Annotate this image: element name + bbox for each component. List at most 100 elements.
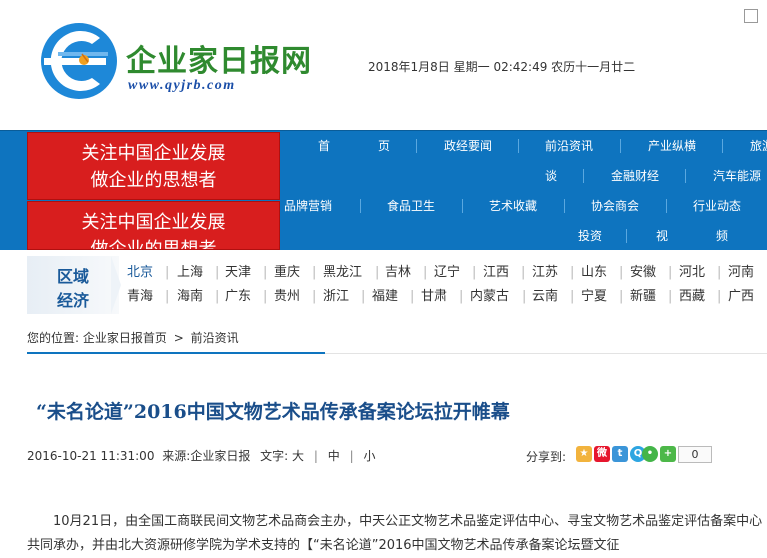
region-hainan[interactable]: 海南 (177, 285, 203, 309)
promo-banner-1[interactable]: 关注中国企业发展 做企业的思想者 (27, 132, 280, 200)
weibo-share-icon[interactable]: 微 (594, 446, 610, 462)
corner-checkbox[interactable] (744, 9, 758, 23)
region-divider: | (165, 265, 170, 280)
region-guangxi[interactable]: 广西 (728, 285, 754, 309)
region-gansu[interactable]: 甘肃 (421, 285, 447, 309)
region-divider: | (165, 289, 170, 304)
region-divider: | (423, 265, 428, 280)
size-divider: | (313, 449, 318, 463)
nav-item-frontier[interactable]: 前沿资讯 (545, 131, 593, 161)
breadcrumb-arrow: > (173, 331, 184, 345)
breadcrumb-prefix: 您的位置: (27, 331, 80, 345)
region-henan[interactable]: 河南 (728, 261, 754, 285)
region-anhui[interactable]: 安徽 (630, 261, 656, 285)
region-shanghai[interactable]: 上海 (177, 261, 203, 285)
nav-item-politics[interactable]: 政经要闻 (444, 131, 492, 161)
article-body: 10月21日，由全国工商联民间文物艺术品商会主办，中天公正文物艺术品鉴定评估中心… (27, 514, 763, 553)
nav-item-food[interactable]: 食品卫生 (387, 191, 435, 221)
text-size-small-button[interactable]: 小 (363, 449, 375, 463)
region-neimenggu[interactable]: 内蒙古 (470, 285, 509, 309)
nav-row-3: 品牌营销 食品卫生 艺术收藏 协会商会 行业动态 (282, 191, 767, 221)
region-divider: | (717, 265, 722, 280)
nav-divider (583, 169, 584, 183)
region-divider: | (215, 289, 220, 304)
region-label-bottom: 经济 (57, 291, 90, 310)
nav-item-finance[interactable]: 金融财经 (611, 161, 659, 191)
region-divider: | (312, 265, 317, 280)
region-row-1: 北京 | 上海 | 天津 | 重庆 | 黑龙江 | 吉林 | 辽宁 | 江西 |… (127, 261, 767, 285)
region-divider: | (570, 289, 575, 304)
region-zhejiang[interactable]: 浙江 (323, 285, 349, 309)
breadcrumb-current[interactable]: 前沿资讯 (191, 331, 239, 345)
region-divider: | (668, 265, 673, 280)
tencent-weibo-share-icon[interactable]: t (612, 446, 628, 462)
region-shandong[interactable]: 山东 (581, 261, 607, 285)
region-yunnan[interactable]: 云南 (532, 285, 558, 309)
region-beijing[interactable]: 北京 (127, 261, 153, 285)
region-jiangxi[interactable]: 江西 (483, 261, 509, 285)
text-size-large-button[interactable]: 大 (292, 449, 304, 463)
region-tianjin[interactable]: 天津 (225, 261, 251, 285)
region-xizang[interactable]: 西藏 (679, 285, 705, 309)
promo-banner-2[interactable]: 关注中国企业发展 做企业的思想者 (27, 201, 280, 250)
logo-title[interactable]: 企业家日报网 (126, 36, 312, 80)
more-share-icon[interactable]: + (660, 446, 676, 462)
logo-url[interactable]: www.qyjrb.com (128, 78, 236, 94)
nav-item-association[interactable]: 协会商会 (591, 191, 639, 221)
region-xinjiang[interactable]: 新疆 (630, 285, 656, 309)
region-guangdong[interactable]: 广东 (225, 285, 251, 309)
region-divider: | (361, 289, 366, 304)
region-divider: | (619, 265, 624, 280)
region-fujian[interactable]: 福建 (372, 285, 398, 309)
breadcrumb-home[interactable]: 企业家日报首页 (83, 331, 167, 345)
wechat-share-icon[interactable]: • (642, 446, 658, 462)
nav-divider (666, 199, 667, 213)
region-divider: | (263, 289, 268, 304)
nav-item-video-2[interactable]: 频 (716, 221, 728, 251)
nav-item-art[interactable]: 艺术收藏 (489, 191, 537, 221)
nav-divider (462, 199, 463, 213)
nav-item-home-1[interactable]: 首 (318, 131, 330, 161)
site-logo-icon[interactable] (38, 20, 120, 102)
region-divider: | (570, 265, 575, 280)
nav-item-trends[interactable]: 行业动态 (693, 191, 741, 221)
nav-row-4: 投资 视 频 (282, 221, 767, 251)
nav-item-brand[interactable]: 品牌营销 (284, 191, 332, 221)
region-divider: | (521, 265, 526, 280)
current-datetime: 2018年1月8日 星期一 02:42:49 农历十一月廿二 (368, 60, 636, 74)
region-divider: | (522, 289, 527, 304)
share-label: 分享到: (526, 450, 567, 464)
region-liaoning[interactable]: 辽宁 (434, 261, 460, 285)
region-qinghai[interactable]: 青海 (127, 285, 153, 309)
nav-divider (416, 139, 417, 153)
nav-row-1: 首 页 政经要闻 前沿资讯 产业纵横 旅游 (282, 131, 767, 161)
region-chongqing[interactable]: 重庆 (274, 261, 300, 285)
region-divider: | (472, 265, 477, 280)
breadcrumb-divider (325, 353, 767, 354)
nav-divider (626, 229, 627, 243)
nav-item-travel[interactable]: 旅游 (750, 131, 767, 161)
region-label: 区域 经济 (27, 256, 119, 314)
nav-item-auto-energy[interactable]: 汽车能源 (713, 161, 761, 191)
region-ningxia[interactable]: 宁夏 (581, 285, 607, 309)
nav-divider (518, 139, 519, 153)
promo-line-1: 关注中国企业发展 (81, 212, 226, 233)
nav-item-industry[interactable]: 产业纵横 (648, 131, 696, 161)
nav-item-video-1[interactable]: 视 (656, 221, 668, 251)
main-navigation: 关注中国企业发展 做企业的思想者 关注中国企业发展 做企业的思想者 首 页 政经… (0, 130, 767, 250)
nav-row-2: 谈 金融财经 汽车能源 (282, 161, 767, 191)
region-divider: | (312, 289, 317, 304)
region-jiangsu[interactable]: 江苏 (532, 261, 558, 285)
text-size-medium-button[interactable]: 中 (328, 449, 340, 463)
nav-item-home-2[interactable]: 页 (378, 131, 390, 161)
nav-item-talk[interactable]: 谈 (545, 161, 557, 191)
nav-divider (685, 169, 686, 183)
breadcrumb-underline (27, 352, 325, 354)
qzone-share-icon[interactable]: ★ (576, 446, 592, 462)
region-guizhou[interactable]: 贵州 (274, 285, 300, 309)
region-hebei[interactable]: 河北 (679, 261, 705, 285)
region-jilin[interactable]: 吉林 (385, 261, 411, 285)
region-heilongjiang[interactable]: 黑龙江 (323, 261, 362, 285)
promo-line-2: 做企业的思想者 (90, 170, 217, 191)
nav-item-invest[interactable]: 投资 (578, 221, 602, 251)
